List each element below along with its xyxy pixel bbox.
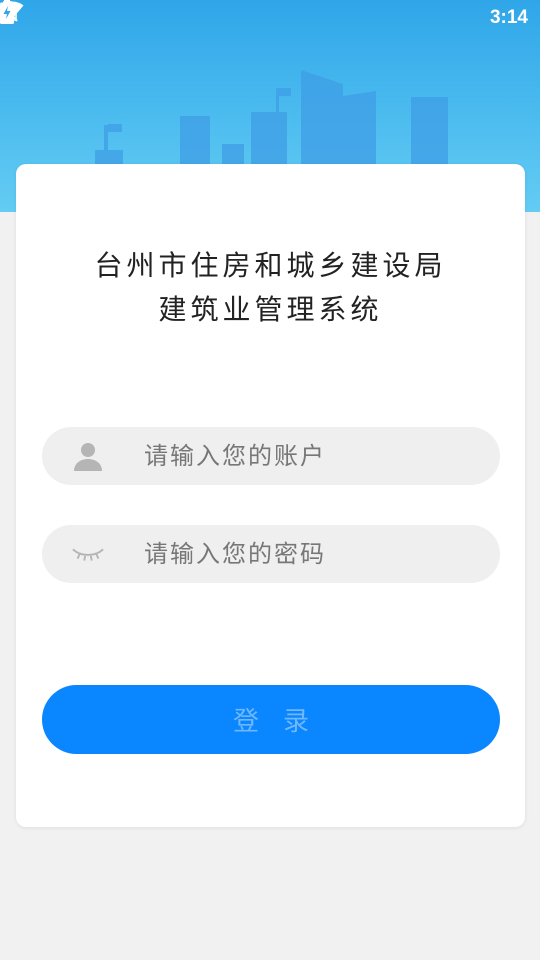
wifi-icon xyxy=(0,1,410,29)
app-title-line2: 建筑业管理系统 xyxy=(158,293,383,326)
login-card: 台州市住房和城乡建设局 建筑业管理系统 登录 xyxy=(16,164,525,827)
battery-charging-icon xyxy=(0,0,474,29)
account-input[interactable] xyxy=(144,427,484,485)
no-sim-icon xyxy=(1,1,442,29)
location-icon xyxy=(1,1,378,29)
app-title-line1: 台州市住房和城乡建设局 xyxy=(94,249,447,282)
status-time: 3:14 xyxy=(489,7,528,28)
status-bar: 3:14 xyxy=(0,0,540,36)
user-icon xyxy=(72,440,104,472)
login-button[interactable]: 登录 xyxy=(42,685,500,754)
account-field[interactable] xyxy=(42,427,500,485)
eye-closed-icon[interactable] xyxy=(72,538,104,570)
password-input[interactable] xyxy=(144,525,484,583)
app-title: 台州市住房和城乡建设局 建筑业管理系统 xyxy=(16,244,525,332)
password-field[interactable] xyxy=(42,525,500,583)
